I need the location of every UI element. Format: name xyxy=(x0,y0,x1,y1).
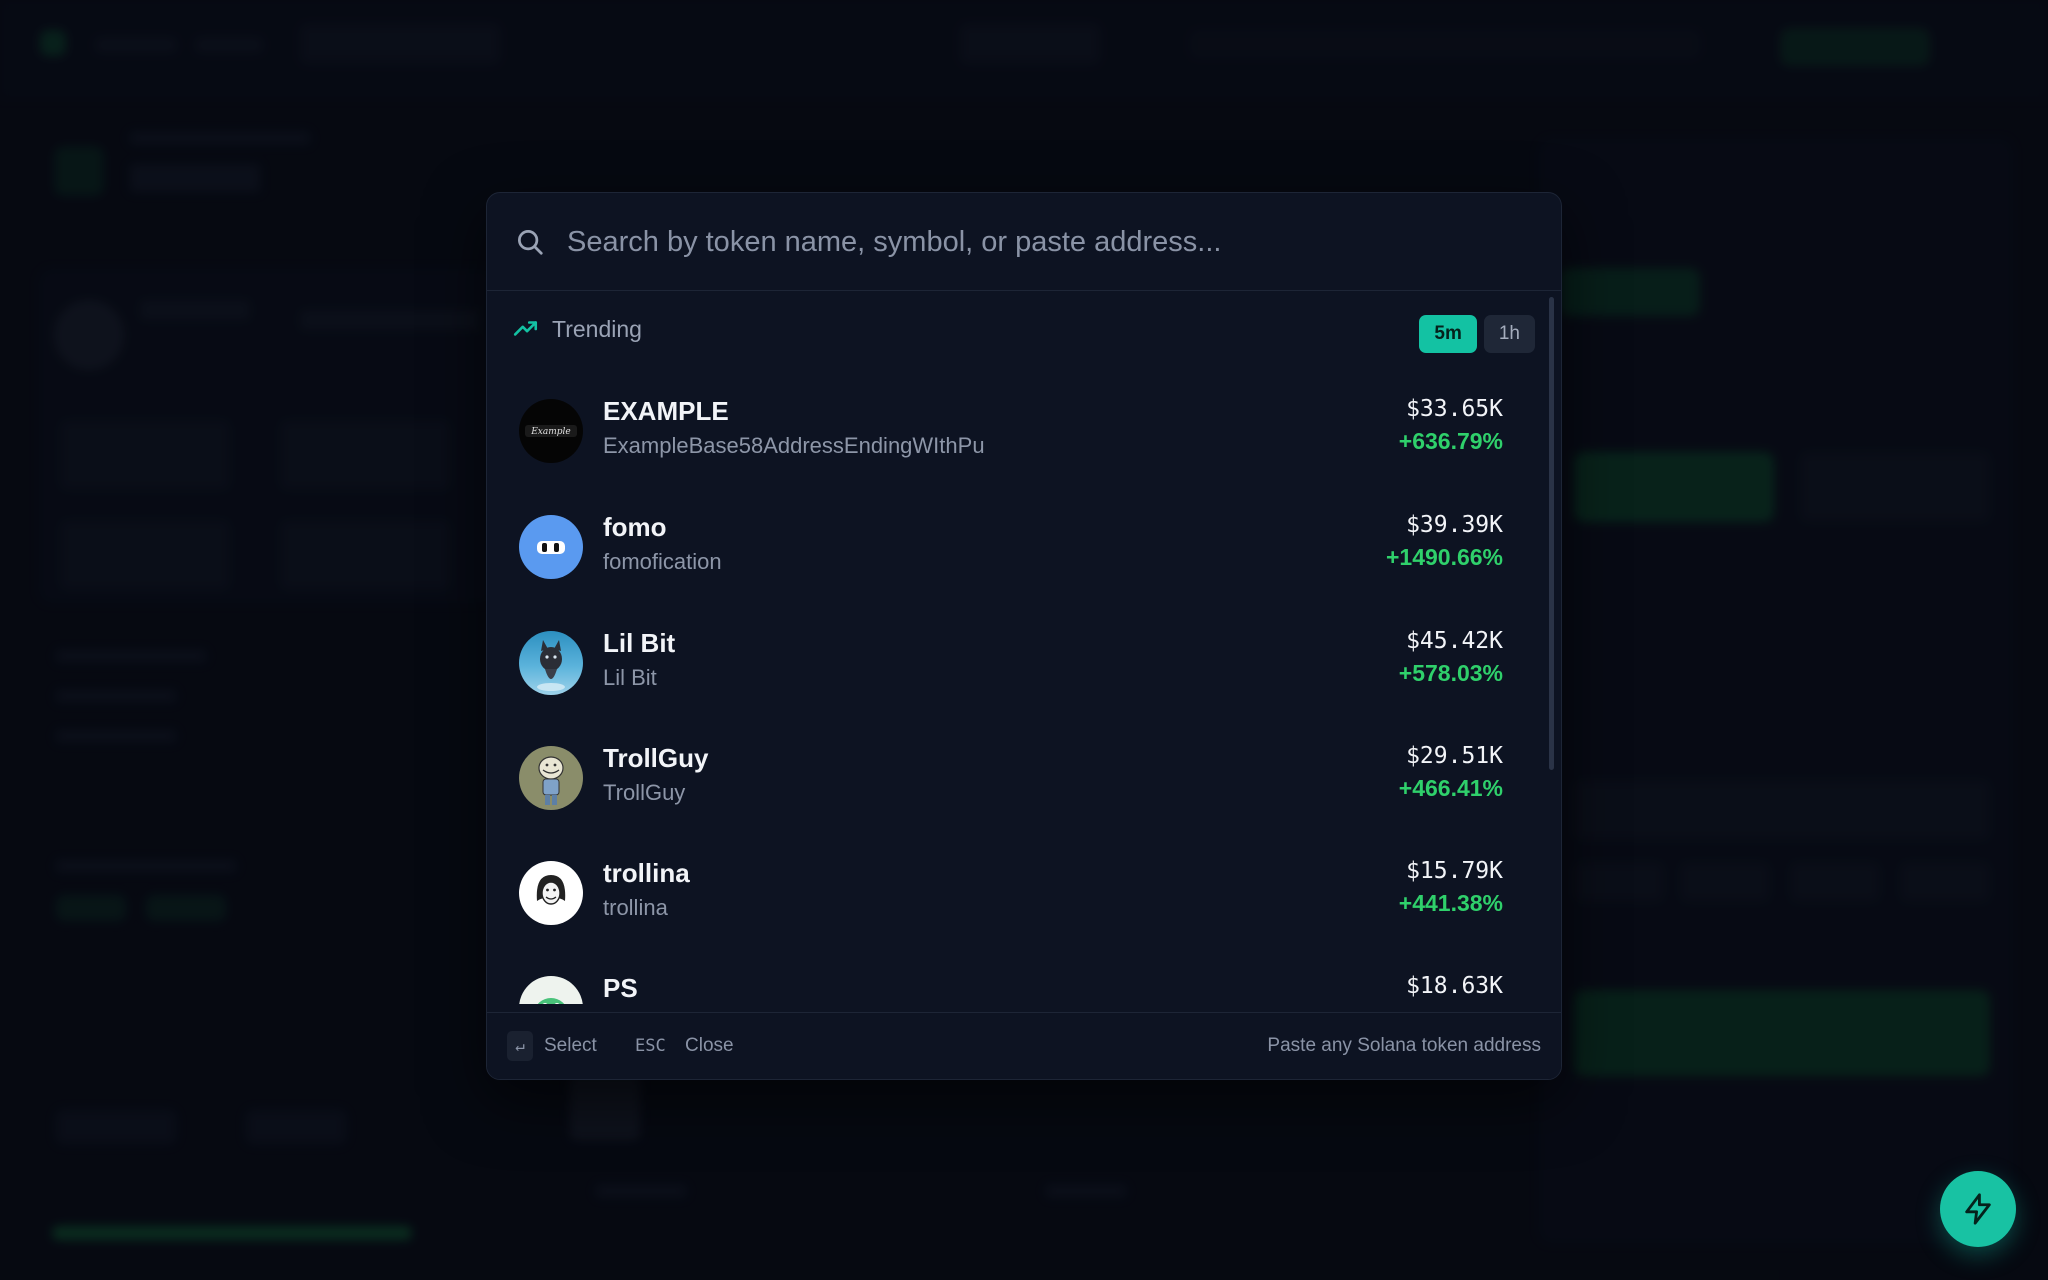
list-scrollbar[interactable] xyxy=(1549,297,1554,770)
paste-address-hint: Paste any Solana token address xyxy=(1267,1035,1541,1056)
token-name: PS xyxy=(603,973,638,1003)
token-row[interactable]: PS $18.63K xyxy=(509,955,1527,1004)
search-input[interactable] xyxy=(565,215,1519,269)
token-change: +466.41% xyxy=(1398,775,1503,801)
token-name: TrollGuy xyxy=(603,743,709,773)
trending-header: Trending xyxy=(513,309,642,349)
example-logo-icon: Example xyxy=(519,399,583,463)
token-results-list[interactable]: Trending 5m 1h Example EXAMPLE ExampleBa… xyxy=(487,291,1561,1004)
trending-label: Trending xyxy=(552,315,642,342)
quick-action-button[interactable] xyxy=(1940,1171,2016,1247)
timeframe-1h-button[interactable]: 1h xyxy=(1483,315,1535,353)
modal-footer: ↵ Select ESC Close Paste any Solana toke… xyxy=(487,1012,1561,1079)
token-change: +578.03% xyxy=(1398,660,1503,686)
cat-photo-icon xyxy=(519,631,583,695)
token-market-cap: $29.51K xyxy=(1406,743,1503,769)
green-creature-icon xyxy=(519,976,583,1004)
fomo-eyes-logo-icon xyxy=(519,515,583,579)
token-row[interactable]: fomo fomofication $39.39K +1490.66% xyxy=(509,494,1527,600)
token-subtitle: trollina xyxy=(603,895,668,920)
token-subtitle: TrollGuy xyxy=(603,780,686,805)
timeframe-5m-button[interactable]: 5m xyxy=(1419,315,1477,353)
token-change: +636.79% xyxy=(1398,428,1503,454)
search-bar xyxy=(487,193,1561,291)
select-hint: Select xyxy=(544,1035,597,1056)
token-subtitle: Lil Bit xyxy=(603,665,657,690)
token-name: EXAMPLE xyxy=(603,396,729,426)
token-row[interactable]: Example EXAMPLE ExampleBase58AddressEndi… xyxy=(509,378,1527,484)
trollguy-cartoon-icon xyxy=(519,746,583,810)
trending-up-icon xyxy=(513,321,538,336)
token-address: ExampleBase58AddressEndingWIthPu xyxy=(603,433,985,458)
token-market-cap: $18.63K xyxy=(1406,973,1503,999)
token-market-cap: $33.65K xyxy=(1406,396,1503,422)
token-search-modal: Trending 5m 1h Example EXAMPLE ExampleBa… xyxy=(486,192,1562,1080)
timeframe-toggle: 5m 1h xyxy=(1419,315,1535,353)
esc-key-label: ESC xyxy=(635,1036,666,1056)
token-change: +1490.66% xyxy=(1385,544,1503,570)
token-market-cap: $15.79K xyxy=(1406,858,1503,884)
token-name: trollina xyxy=(603,858,690,888)
lightning-bolt-icon xyxy=(1965,1193,1991,1225)
close-hint: Close xyxy=(685,1035,734,1056)
token-market-cap: $45.42K xyxy=(1406,628,1503,654)
token-change: +441.38% xyxy=(1398,890,1503,916)
svg-text:Example: Example xyxy=(530,427,571,437)
token-market-cap: $39.39K xyxy=(1406,512,1503,538)
token-row[interactable]: trollina trollina $15.79K +441.38% xyxy=(509,840,1527,946)
trollina-face-icon xyxy=(519,861,583,925)
search-icon xyxy=(518,230,543,255)
enter-key-icon: ↵ xyxy=(507,1031,533,1061)
token-name: fomo xyxy=(603,512,667,542)
token-name: Lil Bit xyxy=(603,628,676,658)
token-subtitle: fomofication xyxy=(603,549,722,574)
token-row[interactable]: Lil Bit Lil Bit $45.42K +578.03% xyxy=(509,610,1527,716)
token-row[interactable]: TrollGuy TrollGuy $29.51K +466.41% xyxy=(509,725,1527,831)
